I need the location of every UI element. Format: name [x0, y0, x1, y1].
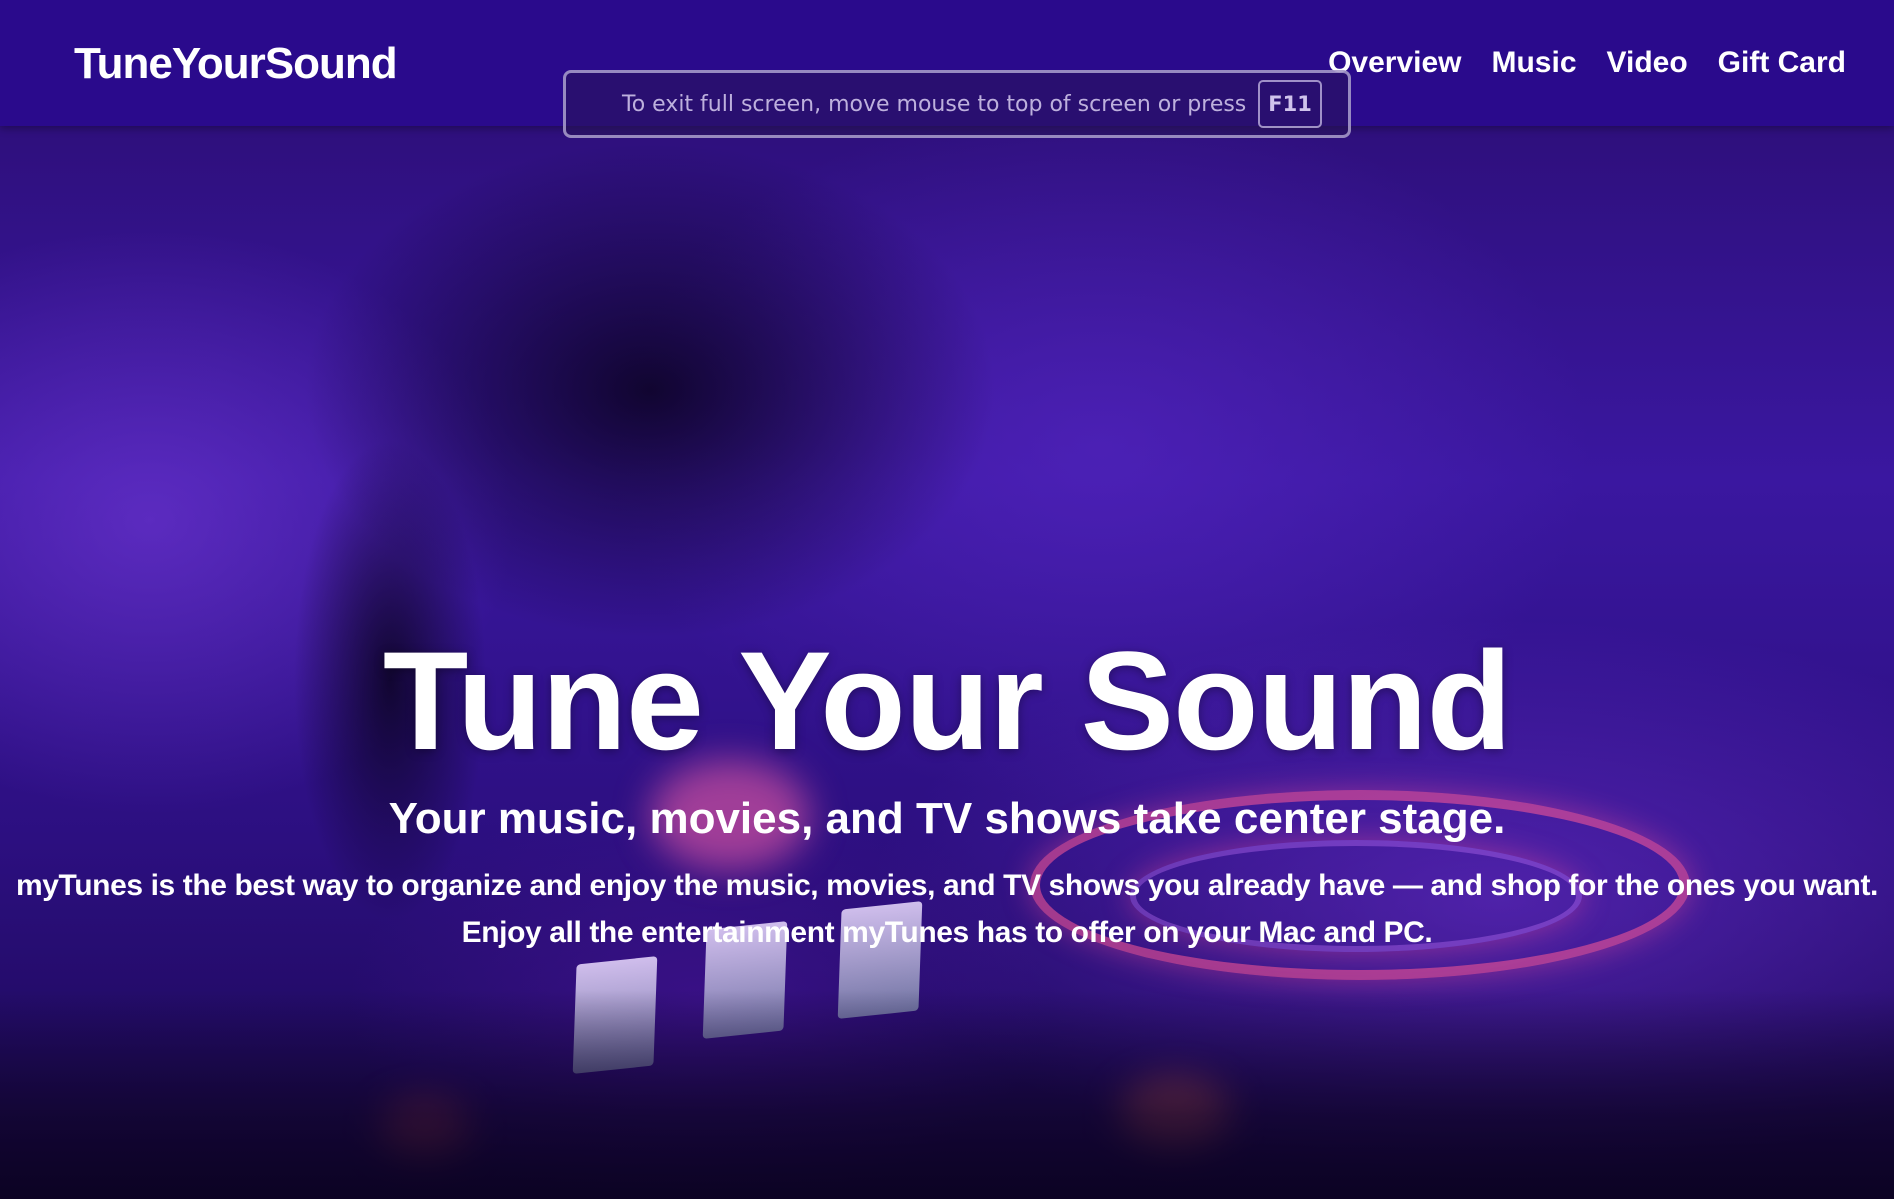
- page: TuneYourSound Overview Music Video Gift …: [0, 0, 1894, 1199]
- f11-key-badge: F11: [1258, 80, 1322, 128]
- nav-link-video[interactable]: Video: [1607, 44, 1688, 82]
- brand-logo-link[interactable]: TuneYourSound: [74, 38, 398, 90]
- nav-link-gift-card[interactable]: Gift Card: [1718, 44, 1846, 82]
- hero-background-image: [0, 0, 1894, 1199]
- fullscreen-notice-text: To exit full screen, move mouse to top o…: [622, 91, 1247, 117]
- mixer-console-shadow: [0, 990, 1894, 1199]
- hero-description: myTunes is the best way to organize and …: [0, 862, 1894, 956]
- nav-link-music[interactable]: Music: [1491, 44, 1576, 82]
- hero-description-line-2: Enjoy all the entertainment myTunes has …: [461, 916, 1433, 949]
- hero-subtitle: Your music, movies, and TV shows take ce…: [388, 793, 1506, 843]
- nav-links: Overview Music Video Gift Card: [1298, 44, 1846, 82]
- hero-description-line-1: myTunes is the best way to organize and …: [15, 869, 1878, 902]
- hero-title: Tune Your Sound: [382, 621, 1512, 779]
- fullscreen-exit-notice: To exit full screen, move mouse to top o…: [563, 70, 1351, 138]
